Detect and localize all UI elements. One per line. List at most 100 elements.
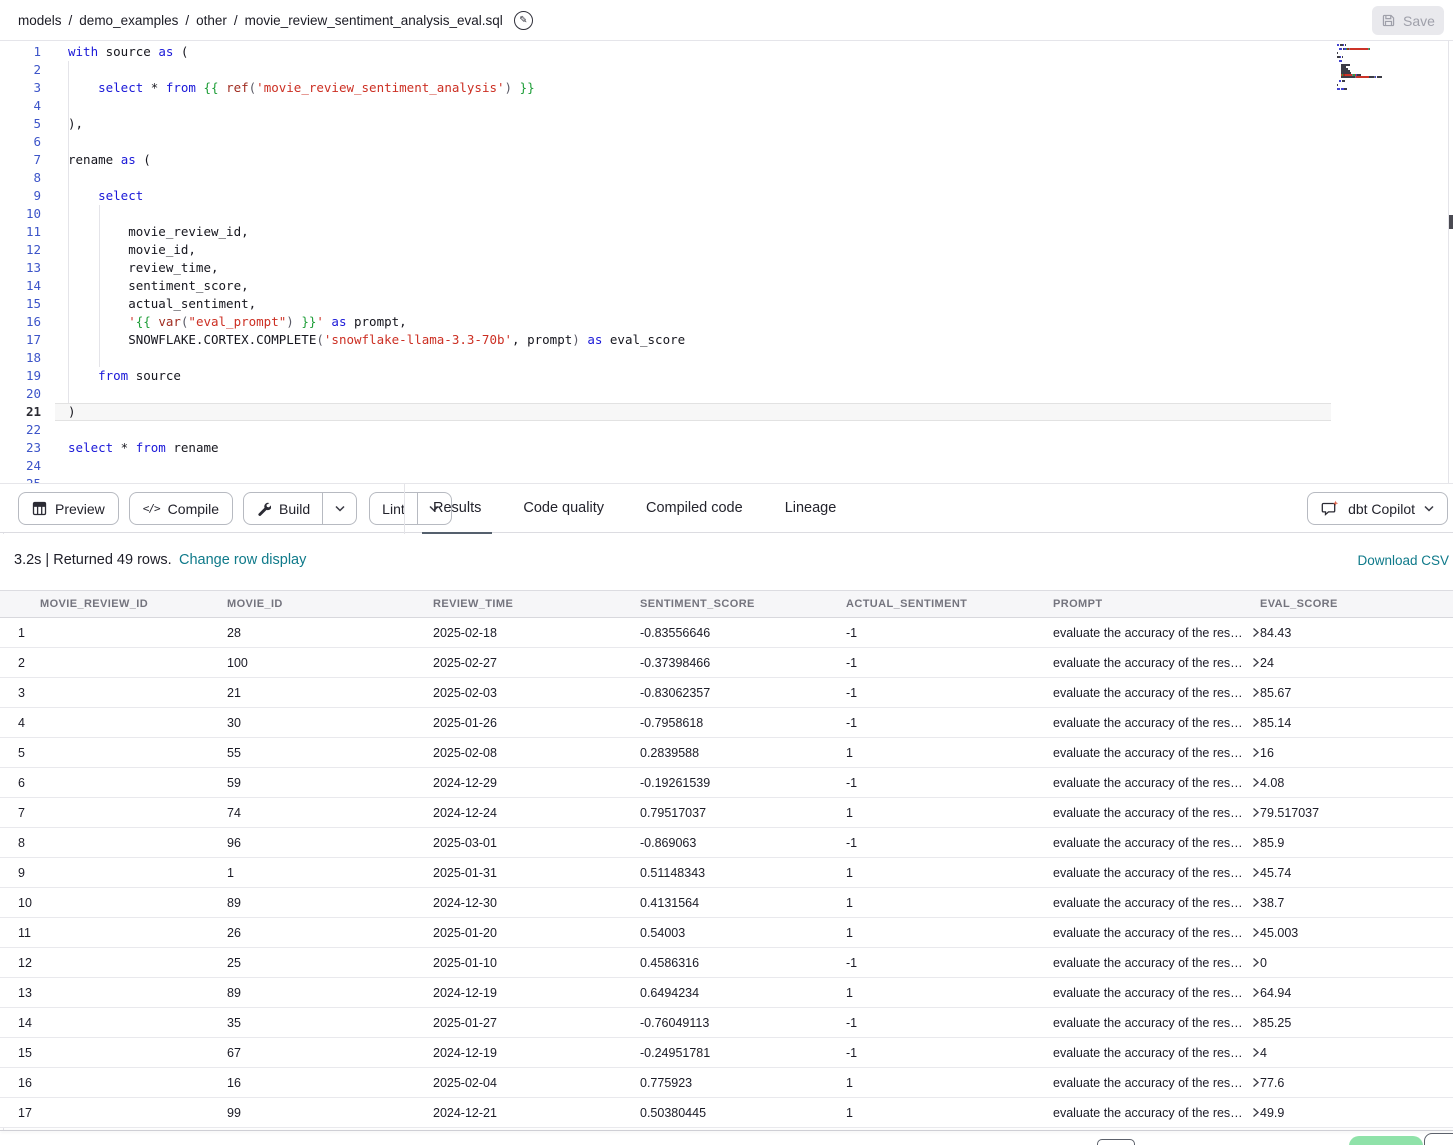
code-line[interactable]: 25 [0,475,685,483]
expand-cell-icon[interactable] [1252,927,1260,938]
expand-cell-icon[interactable] [1252,1017,1260,1028]
code-line[interactable]: 7rename as ( [0,151,685,169]
table-row[interactable]: 912025-01-310.511483431evaluate the accu… [0,858,1453,888]
expand-cell-icon[interactable] [1252,717,1260,728]
code-editor[interactable]: 1with source as (23 select * from {{ ref… [0,41,1453,483]
expand-cell-icon[interactable] [1252,897,1260,908]
expand-cell-icon[interactable] [1252,987,1260,998]
expand-cell-icon[interactable] [1252,1047,1260,1058]
breadcrumb-item[interactable]: other [196,13,227,28]
table-row[interactable]: 6592024-12-29-0.19261539-1evaluate the a… [0,768,1453,798]
build-dropdown-button[interactable] [323,493,356,524]
cell: 25 [227,956,433,970]
column-header-eval_score[interactable]: EVAL_SCORE [1260,598,1453,610]
code-line[interactable]: 8 [0,169,685,187]
column-header-sentiment_score[interactable]: SENTIMENT_SCORE [640,598,846,610]
expand-cell-icon[interactable] [1252,747,1260,758]
cell: 1 [846,746,1053,760]
expand-cell-icon[interactable] [1252,657,1260,668]
code-line[interactable]: 20 [0,385,685,403]
preview-button[interactable]: Preview [18,492,119,525]
column-header-prompt[interactable]: PROMPT [1053,598,1260,610]
compile-button[interactable]: </> Compile [129,492,233,525]
expand-cell-icon[interactable] [1252,687,1260,698]
column-header-movie_id[interactable]: MOVIE_ID [227,598,433,610]
table-row[interactable]: 13892024-12-190.64942341evaluate the acc… [0,978,1453,1008]
table-row[interactable]: 5552025-02-080.28395881evaluate the accu… [0,738,1453,768]
table-row[interactable]: 12252025-01-100.4586316-1evaluate the ac… [0,948,1453,978]
expand-cell-icon[interactable] [1252,627,1260,638]
expand-cell-icon[interactable] [1252,1077,1260,1088]
code-line[interactable]: 9 select [0,187,685,205]
breadcrumb-item[interactable]: models [18,13,62,28]
code-line[interactable]: 17 SNOWFLAKE.CORTEX.COMPLETE('snowflake-… [0,331,685,349]
table-row[interactable]: 10892024-12-300.41315641evaluate the acc… [0,888,1453,918]
code-line[interactable]: 19 from source [0,367,685,385]
table-row[interactable]: 17992024-12-210.503804451evaluate the ac… [0,1098,1453,1128]
minimap[interactable] [1337,44,1448,94]
footer-button-partial[interactable] [1097,1139,1135,1145]
build-label: Build [279,501,310,517]
dbt-copilot-button[interactable]: dbt Copilot [1307,492,1448,525]
code-line[interactable]: 21) [0,403,685,421]
cell: 2025-01-31 [433,866,640,880]
breadcrumb-item[interactable]: movie_review_sentiment_analysis_eval.sql [245,13,503,28]
table-row[interactable]: 7742024-12-240.795170371evaluate the acc… [0,798,1453,828]
code-line[interactable]: 1with source as ( [0,43,685,61]
cell: 28 [227,626,433,640]
tab-lineage[interactable]: Lineage [764,484,858,534]
table-row[interactable]: 16162025-02-040.7759231evaluate the accu… [0,1068,1453,1098]
cell: -0.83556646 [640,626,846,640]
lint-button[interactable]: Lint [370,493,417,524]
footer-button-partial[interactable] [1424,1133,1453,1145]
code-line[interactable]: 22 [0,421,685,439]
table-row[interactable]: 1282025-02-18-0.83556646-1evaluate the a… [0,618,1453,648]
line-number: 19 [0,367,55,385]
cell: -0.24951781 [640,1046,846,1060]
tab-compiled-code[interactable]: Compiled code [625,484,764,534]
expand-cell-icon[interactable] [1252,867,1260,878]
expand-cell-icon[interactable] [1252,777,1260,788]
expand-cell-icon[interactable] [1252,807,1260,818]
table-row[interactable]: 3212025-02-03-0.83062357-1evaluate the a… [0,678,1453,708]
table-row[interactable]: 11262025-01-200.540031evaluate the accur… [0,918,1453,948]
code-line[interactable]: 12 movie_id, [0,241,685,259]
code-line[interactable]: 4 [0,97,685,115]
scrollbar-thumb[interactable] [1449,215,1453,229]
table-row[interactable]: 15672024-12-19-0.24951781-1evaluate the … [0,1038,1453,1068]
code-line[interactable]: 10 [0,205,685,223]
code-line[interactable]: 15 actual_sentiment, [0,295,685,313]
column-header-review_time[interactable]: REVIEW_TIME [433,598,640,610]
table-row[interactable]: 8962025-03-01-0.869063-1evaluate the acc… [0,828,1453,858]
code-line[interactable]: 14 sentiment_score, [0,277,685,295]
code-line[interactable]: 13 review_time, [0,259,685,277]
table-row[interactable]: 21002025-02-27-0.37398466-1evaluate the … [0,648,1453,678]
code-line[interactable]: 11 movie_review_id, [0,223,685,241]
results-status-row: 3.2s | Returned 49 rows. Change row disp… [0,534,1453,590]
code-line[interactable]: 18 [0,349,685,367]
column-header-actual_sentiment[interactable]: ACTUAL_SENTIMENT [846,598,1053,610]
save-button[interactable]: Save [1372,6,1444,35]
table-row[interactable]: 4302025-01-26-0.7958618-1evaluate the ac… [0,708,1453,738]
change-row-display-link[interactable]: Change row display [179,552,306,568]
tab-results[interactable]: Results [412,484,502,534]
expand-cell-icon[interactable] [1252,1107,1260,1118]
tab-code-quality[interactable]: Code quality [502,484,625,534]
download-csv-link[interactable]: Download CSV [1357,553,1449,568]
code-line[interactable]: 5), [0,115,685,133]
code-line[interactable]: 23select * from rename [0,439,685,457]
code-line[interactable]: 24 [0,457,685,475]
code-line[interactable]: 6 [0,133,685,151]
breadcrumb-item[interactable]: demo_examples [79,13,178,28]
cell: 96 [227,836,433,850]
footer-green-pill-partial[interactable] [1349,1136,1423,1145]
code-line[interactable]: 16 '{{ var("eval_prompt") }}' as prompt, [0,313,685,331]
code-line[interactable]: 3 select * from {{ ref('movie_review_sen… [0,79,685,97]
build-button[interactable]: Build [244,493,322,524]
expand-cell-icon[interactable] [1252,837,1260,848]
column-header-movie_review_id[interactable]: MOVIE_REVIEW_ID [0,598,227,610]
table-row[interactable]: 14352025-01-27-0.76049113-1evaluate the … [0,1008,1453,1038]
edit-file-icon[interactable]: ✎ [514,11,533,30]
expand-cell-icon[interactable] [1252,957,1260,968]
code-line[interactable]: 2 [0,61,685,79]
